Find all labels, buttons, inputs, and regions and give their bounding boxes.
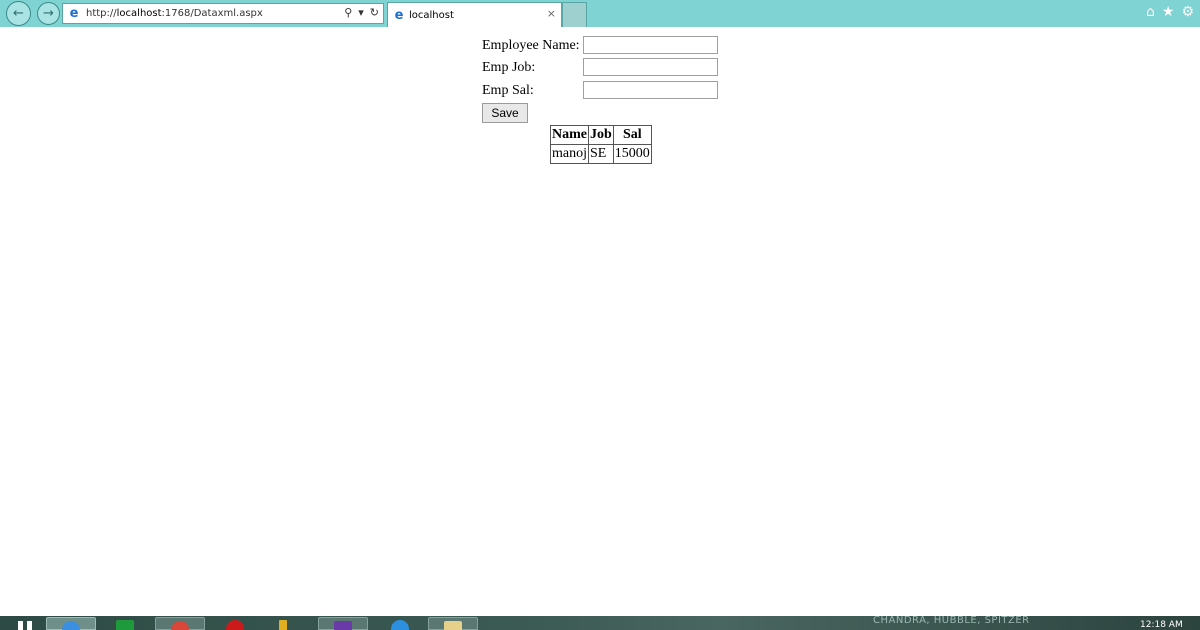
tab-title: localhost: [409, 9, 454, 21]
close-tab-icon[interactable]: ×: [547, 7, 556, 20]
gear-icon[interactable]: ⚙: [1181, 4, 1194, 20]
emp-sal-label: Emp Sal:: [482, 83, 534, 98]
file-icon: [279, 620, 287, 630]
home-icon[interactable]: ⌂: [1146, 4, 1155, 20]
store-icon: [116, 620, 134, 630]
taskbar-ie[interactable]: [46, 617, 96, 630]
forward-arrow-icon: →: [43, 6, 54, 21]
employee-name-label: Employee Name:: [482, 38, 580, 53]
emp-sal-input[interactable]: [583, 81, 718, 99]
header-sal: Sal: [612, 125, 652, 145]
search-icon[interactable]: ⚲: [344, 6, 352, 19]
visual-studio-icon: [334, 621, 352, 630]
forward-button[interactable]: →: [37, 2, 60, 25]
app-icon: [391, 620, 409, 630]
taskbar-explorer[interactable]: [428, 617, 478, 630]
clock[interactable]: 12:18 AM: [1140, 620, 1183, 630]
table-header-row: Name Job Sal: [550, 125, 652, 145]
emp-job-label: Emp Job:: [482, 60, 536, 75]
new-tab-button[interactable]: [562, 2, 587, 27]
start-button[interactable]: [8, 617, 34, 630]
browser-toolbar: ← → e http://localhost:1768/Dataxml.aspx…: [0, 0, 1200, 27]
header-job: Job: [588, 125, 614, 145]
header-name: Name: [550, 125, 589, 145]
save-button[interactable]: Save: [482, 103, 528, 123]
cell-job: SE: [588, 144, 614, 164]
ie-icon: [62, 621, 80, 630]
cell-name: manoj: [550, 144, 589, 164]
opera-icon: [226, 620, 244, 630]
taskbar-opera[interactable]: [215, 617, 255, 630]
dropdown-icon[interactable]: ▾: [358, 6, 364, 19]
url-text: http://localhost:1768/Dataxml.aspx: [86, 8, 263, 19]
taskbar-app[interactable]: [380, 617, 420, 630]
cell-sal: 15000: [612, 144, 652, 164]
back-button[interactable]: ←: [6, 1, 31, 26]
tab-localhost[interactable]: e localhost ×: [387, 2, 562, 27]
chrome-icon: [171, 621, 189, 630]
taskbar-chrome[interactable]: [155, 617, 205, 630]
wallpaper-text: CHANDRA, HUBBLE, SPITZER: [873, 615, 1030, 626]
address-bar[interactable]: e http://localhost:1768/Dataxml.aspx ⚲ ▾…: [62, 3, 384, 24]
ie-icon: e: [394, 7, 404, 23]
emp-job-input[interactable]: [583, 58, 718, 76]
table-row: manoj SE 15000: [550, 144, 652, 164]
employee-table: Name Job Sal manoj SE 15000: [550, 125, 652, 164]
taskbar-visual-studio[interactable]: [318, 617, 368, 630]
refresh-icon[interactable]: ↻: [370, 6, 379, 19]
back-arrow-icon: ←: [13, 6, 24, 21]
ie-icon: e: [69, 6, 79, 21]
star-icon[interactable]: ★: [1162, 4, 1175, 20]
taskbar-files[interactable]: [268, 617, 298, 630]
taskbar-store[interactable]: [110, 617, 140, 630]
employee-name-input[interactable]: [583, 36, 718, 54]
folder-icon: [444, 621, 462, 630]
windows-logo-icon: [18, 621, 32, 630]
